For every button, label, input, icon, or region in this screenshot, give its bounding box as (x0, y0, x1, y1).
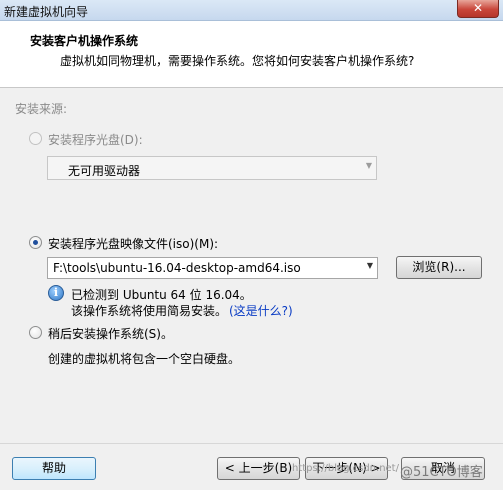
back-button[interactable]: < 上一步(B) (217, 457, 300, 480)
disc-radio-label: 安装程序光盘(D): (48, 133, 143, 147)
iso-path-value: F:\tools\ubuntu-16.04-desktop-amd64.iso (53, 261, 301, 275)
iso-radio-label: 安装程序光盘映像文件(iso)(M): (48, 237, 219, 251)
window-title: 新建虚拟机向导 (4, 5, 89, 19)
what-is-this-link[interactable]: (这是什么?) (229, 302, 293, 319)
disc-radio[interactable] (29, 132, 42, 145)
watermark-brand: @51CTO博客 (400, 465, 483, 480)
install-later-label: 稍后安装操作系统(S)。 (48, 327, 173, 341)
page-title: 安装客户机操作系统 (30, 34, 139, 48)
disc-drive-value: 无可用驱动器 (68, 164, 141, 178)
install-later-radio[interactable] (29, 326, 42, 339)
help-button[interactable]: 帮助 (12, 457, 96, 480)
disc-drive-select[interactable]: 无可用驱动器 ▼ (47, 156, 377, 180)
close-icon: ✕ (472, 1, 484, 15)
wizard-header: 安装客户机操作系统 虚拟机如同物理机，需要操作系统。您将如何安装客户机操作系统? (0, 21, 503, 88)
iso-path-combo[interactable]: F:\tools\ubuntu-16.04-desktop-amd64.iso … (47, 257, 378, 279)
easy-install-message: 该操作系统将使用简易安装。 (71, 304, 228, 318)
watermark-url: https://blog.csdn.net/ (292, 463, 399, 474)
chevron-down-icon: ▼ (365, 161, 372, 170)
info-icon: i (48, 285, 64, 301)
chevron-down-icon: ▼ (366, 261, 373, 270)
footer-divider (0, 443, 503, 444)
install-source-label: 安装来源: (15, 102, 68, 116)
close-button[interactable]: ✕ (457, 0, 499, 18)
title-bar: 新建虚拟机向导 ✕ (0, 0, 503, 21)
install-later-description: 创建的虚拟机将包含一个空白硬盘。 (48, 352, 241, 366)
iso-radio[interactable] (29, 236, 42, 249)
detect-message: 已检测到 Ubuntu 64 位 16.04。 (71, 288, 252, 302)
new-vm-wizard-window: 新建虚拟机向导 ✕ 安装客户机操作系统 虚拟机如同物理机，需要操作系统。您将如何… (0, 0, 503, 490)
browse-button[interactable]: 浏览(R)... (396, 256, 482, 279)
page-subtitle: 虚拟机如同物理机，需要操作系统。您将如何安装客户机操作系统? (60, 54, 415, 68)
radio-selected-dot (33, 240, 38, 245)
